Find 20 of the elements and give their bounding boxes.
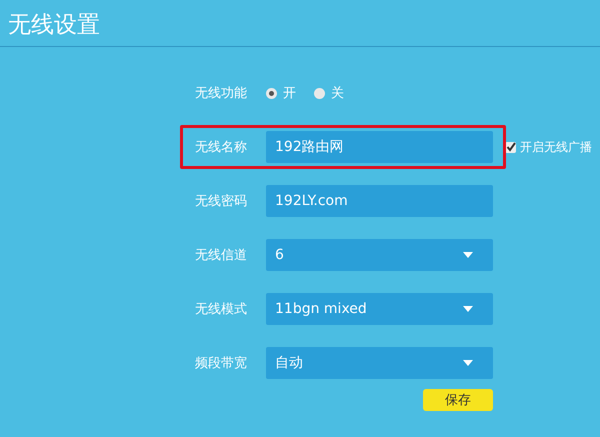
caret-icon <box>463 306 473 312</box>
caret-icon <box>463 252 473 258</box>
field-label: 无线信道 <box>195 247 248 264</box>
radio-option[interactable]: 开 <box>266 84 296 102</box>
field-label: 无线功能 <box>195 85 248 102</box>
field-label: 无线密码 <box>195 193 248 210</box>
dropdown[interactable]: 6 <box>266 239 493 271</box>
save-button[interactable]: 保存 <box>423 389 493 411</box>
input-field[interactable]: 192LY.com <box>266 185 493 217</box>
input-field[interactable]: 192路由网 <box>266 131 493 163</box>
dropdown[interactable]: 自动 <box>266 347 493 379</box>
field-label: 无线名称 <box>195 139 248 156</box>
field-label: 频段带宽 <box>195 355 248 372</box>
checkbox[interactable] <box>505 142 516 152</box>
radio-option[interactable]: 关 <box>314 84 344 102</box>
checkbox-label: 开启无线广播 <box>520 138 592 156</box>
page-title: 无线设置 <box>8 11 100 40</box>
caret-icon <box>463 360 473 366</box>
dropdown[interactable]: 11bgn mixed <box>266 293 493 325</box>
field-label: 无线模式 <box>195 301 248 318</box>
